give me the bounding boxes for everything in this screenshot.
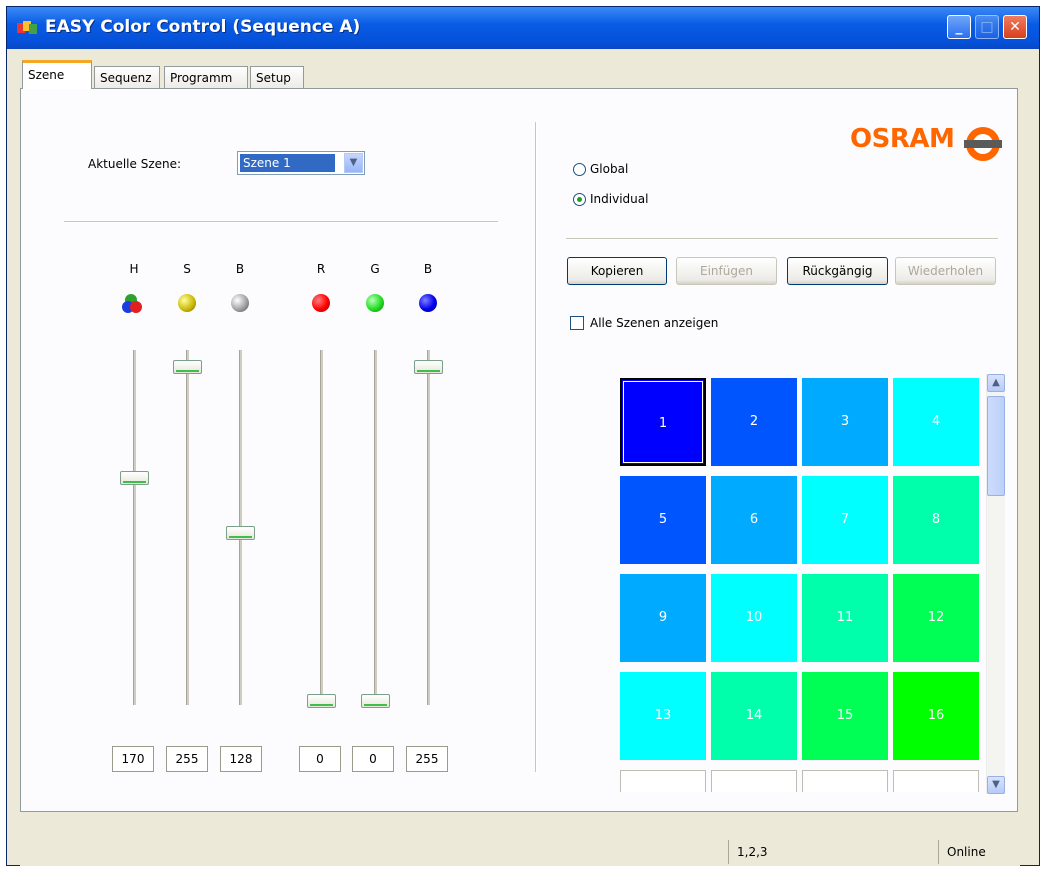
slider-track[interactable] [427, 350, 430, 705]
minimize-icon: _ [955, 19, 963, 35]
redo-button[interactable]: Wiederholen [895, 257, 996, 285]
scene-grid-scrollbar[interactable]: ▲ ▼ [986, 374, 1005, 794]
tab-szene[interactable]: Szene [22, 60, 92, 89]
global-radio[interactable] [573, 163, 586, 176]
tab-programm[interactable]: Programm [164, 66, 248, 88]
scene-cell-empty[interactable] [893, 770, 979, 792]
slider-thumb[interactable] [307, 694, 336, 708]
channel-value-field[interactable]: 128 [220, 746, 262, 772]
channel-value-field[interactable]: 0 [299, 746, 341, 772]
status-selection: 1,2,3 [728, 840, 934, 864]
show-all-scenes-checkbox[interactable] [570, 316, 584, 330]
scene-select[interactable]: Szene 1 ▼ [237, 151, 365, 175]
tab-sequenz[interactable]: Sequenz [94, 66, 160, 88]
logo-text: OSRAM [850, 124, 955, 154]
status-bar: 1,2,3 Online [20, 838, 1020, 866]
scene-cell-empty[interactable] [711, 770, 797, 792]
app-icon [17, 21, 37, 34]
status-connection: Online [938, 840, 1020, 864]
scene-cell[interactable]: 2 [711, 378, 797, 466]
scene-cell[interactable]: 8 [893, 476, 979, 564]
close-button[interactable]: ✕ [1003, 15, 1027, 39]
brightness-gray-icon [231, 294, 249, 312]
slider-thumb[interactable] [361, 694, 390, 708]
window-title: EASY Color Control (Sequence A) [45, 17, 361, 37]
scroll-up-icon[interactable]: ▲ [987, 374, 1005, 392]
slider-track[interactable] [374, 350, 377, 705]
divider-right [566, 238, 998, 240]
scene-cell[interactable]: 12 [893, 574, 979, 662]
scene-grid: 1 2 3 4 5 6 7 8 9 10 11 12 13 14 15 16 [618, 374, 980, 792]
scene-cell[interactable]: 13 [620, 672, 706, 760]
scroll-thumb[interactable] [987, 396, 1005, 496]
slider-thumb[interactable] [226, 526, 255, 541]
divider [64, 221, 498, 223]
chevron-down-icon[interactable]: ▼ [344, 153, 363, 173]
scene-cell[interactable]: 15 [802, 672, 888, 760]
channel-value-field[interactable]: 255 [406, 746, 448, 772]
blue-icon [419, 294, 437, 312]
channel-value-field[interactable]: 255 [166, 746, 208, 772]
slider-thumb[interactable] [414, 360, 443, 374]
osram-logo-icon [964, 127, 1002, 161]
channel-value-field[interactable]: 0 [352, 746, 394, 772]
channel-label: S [183, 262, 191, 276]
scene-cell-empty[interactable] [620, 770, 706, 792]
paste-button[interactable]: Einfügen [676, 257, 777, 285]
scene-cell[interactable]: 10 [711, 574, 797, 662]
minimize-button[interactable]: _ [947, 15, 971, 39]
global-label[interactable]: Global [590, 162, 628, 176]
undo-button[interactable]: Rückgängig [787, 257, 888, 285]
scene-cell[interactable]: 7 [802, 476, 888, 564]
scene-cell[interactable]: 3 [802, 378, 888, 466]
scene-select-value: Szene 1 [240, 154, 335, 172]
channel-label: H [129, 262, 139, 276]
close-icon: ✕ [1009, 19, 1021, 35]
individual-radio[interactable] [573, 193, 586, 206]
scene-cell[interactable]: 14 [711, 672, 797, 760]
scene-cell[interactable]: 5 [620, 476, 706, 564]
saturation-yellow-icon [178, 294, 196, 312]
hue-rgb-icon [122, 294, 142, 313]
channel-label: B [235, 262, 245, 276]
scene-cell[interactable]: 4 [893, 378, 979, 466]
green-icon [366, 294, 384, 312]
scene-cell[interactable]: 6 [711, 476, 797, 564]
red-icon [312, 294, 330, 312]
copy-button[interactable]: Kopieren [567, 257, 667, 285]
current-scene-label: Aktuelle Szene: [88, 157, 182, 171]
scene-cell-empty[interactable] [802, 770, 888, 792]
vertical-divider [535, 122, 537, 772]
slider-track[interactable] [186, 350, 189, 705]
individual-label[interactable]: Individual [590, 192, 648, 206]
channel-value-field[interactable]: 170 [112, 746, 154, 772]
scene-cell[interactable]: 1 [620, 378, 706, 466]
slider-track[interactable] [320, 350, 323, 705]
scene-cell[interactable]: 11 [802, 574, 888, 662]
slider-thumb[interactable] [120, 471, 149, 486]
title-bar[interactable]: EASY Color Control (Sequence A) _ □ ✕ [7, 7, 1039, 49]
maximize-icon: □ [980, 19, 994, 35]
tab-setup[interactable]: Setup [250, 66, 304, 88]
scene-cell[interactable]: 16 [893, 672, 979, 760]
slider-thumb[interactable] [173, 360, 202, 374]
scroll-down-icon[interactable]: ▼ [987, 776, 1005, 794]
slider-track[interactable] [133, 350, 136, 705]
show-all-scenes-label[interactable]: Alle Szenen anzeigen [590, 316, 718, 330]
channel-label: R [316, 262, 326, 276]
scene-cell[interactable]: 9 [620, 574, 706, 662]
maximize-button[interactable]: □ [975, 15, 999, 39]
channel-label: B [423, 262, 433, 276]
channel-label: G [370, 262, 380, 276]
